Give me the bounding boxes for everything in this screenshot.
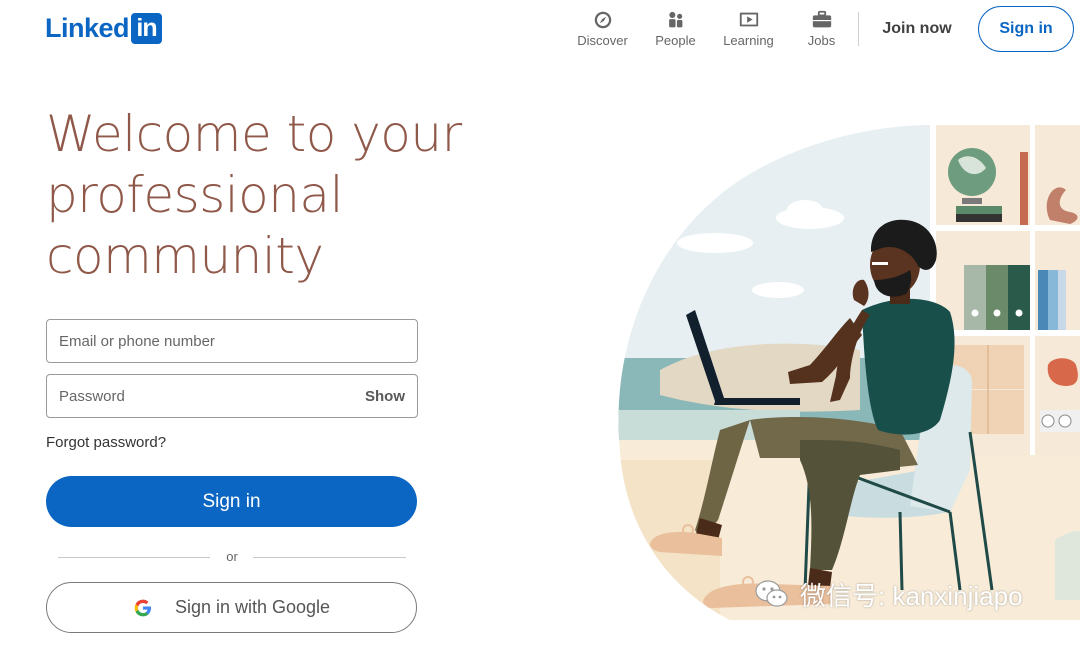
sign-in-button-label: Sign in: [202, 490, 261, 512]
email-field[interactable]: Email or phone number: [46, 319, 418, 363]
password-field[interactable]: Password Show: [46, 374, 418, 418]
headline-line-1: Welcome to your: [46, 105, 462, 163]
email-placeholder: Email or phone number: [59, 332, 215, 350]
nav-label-jobs: Jobs: [807, 33, 836, 48]
nav-divider: [858, 12, 859, 46]
linkedin-login-page: Linked in Discover People Learning Jobs …: [0, 0, 1080, 646]
nav-item-people[interactable]: People: [639, 8, 712, 52]
page-headline: Welcome to your professional community: [46, 104, 466, 287]
briefcase-icon: [812, 10, 831, 28]
password-placeholder: Password: [59, 387, 125, 405]
logo-text: Linked: [45, 12, 130, 43]
headline-line-3: community: [46, 227, 324, 285]
forgot-password-link[interactable]: Forgot password?: [46, 434, 166, 451]
watermark-text: 微信号: kanxinjiapo: [800, 580, 1023, 611]
google-sign-in-button[interactable]: Sign in with Google: [46, 582, 417, 633]
google-button-label: Sign in with Google: [174, 597, 331, 617]
show-password-toggle[interactable]: Show: [365, 388, 405, 405]
nav-item-jobs[interactable]: Jobs: [785, 8, 858, 52]
video-play-icon: [739, 12, 758, 27]
people-icon: [668, 11, 682, 28]
headline-line-2: professional: [46, 166, 343, 224]
header-sign-in-button[interactable]: Sign in: [978, 6, 1074, 52]
nav-label-learning: Learning: [723, 33, 774, 48]
divider-left: [58, 557, 210, 558]
nav-label-people: People: [655, 33, 696, 48]
linkedin-logo[interactable]: Linked in: [45, 12, 163, 44]
sign-in-button[interactable]: Sign in: [46, 476, 417, 527]
nav-item-discover[interactable]: Discover: [566, 8, 639, 52]
google-icon: [134, 599, 151, 616]
compass-icon: [594, 11, 611, 29]
logo-in-box: in: [131, 12, 163, 44]
nav-label-discover: Discover: [577, 33, 628, 48]
divider-right: [253, 557, 406, 558]
or-separator: or: [226, 549, 238, 564]
nav-item-learning[interactable]: Learning: [712, 8, 785, 52]
top-nav: Discover People Learning Jobs: [566, 8, 858, 52]
hero-illustration: [618, 125, 1080, 620]
wechat-watermark: 微信号: kanxinjiapo: [752, 574, 1023, 614]
wechat-icon: [755, 580, 788, 607]
join-now-link[interactable]: Join now: [870, 16, 964, 42]
